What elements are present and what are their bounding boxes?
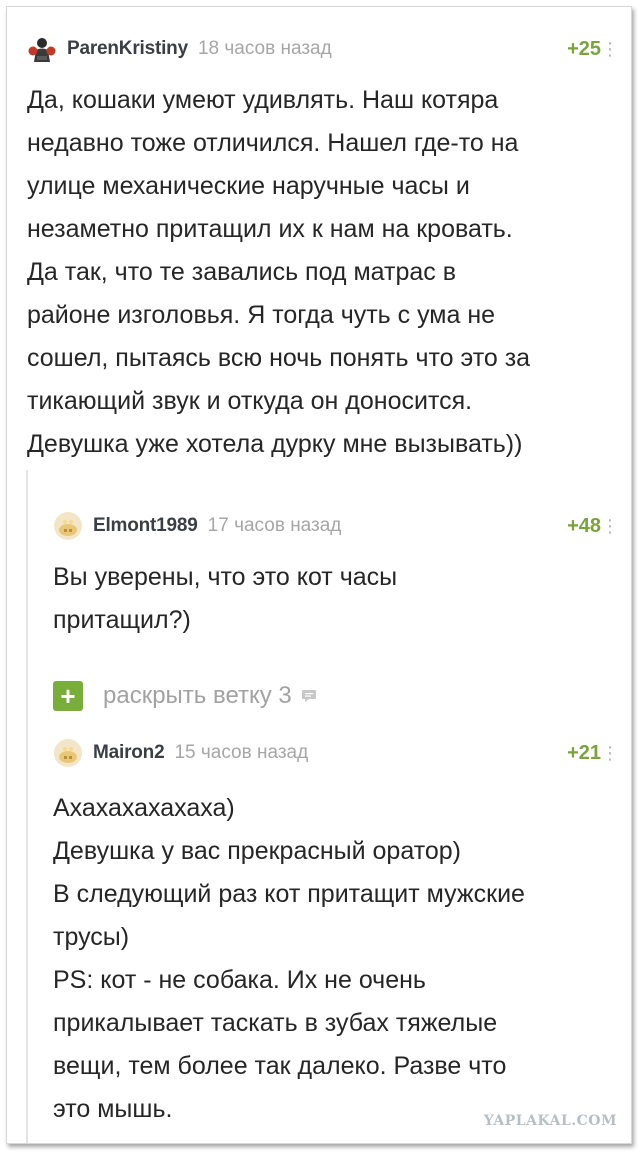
comment-time[interactable]: 18 часов назад [198, 38, 332, 60]
comment-time[interactable]: 15 часов назад [174, 742, 308, 764]
message-icon [301, 690, 316, 702]
expand-thread-label[interactable]: раскрыть ветку 3 [103, 682, 292, 710]
comment-header: Elmont1989 17 часов назад +48 ⋮ [53, 506, 631, 546]
plus-icon[interactable]: + [53, 681, 83, 711]
comment-text: Ахахахахахаха) Девушка у вас прекрасный … [53, 794, 525, 1123]
default-avatar-icon[interactable] [53, 511, 83, 541]
more-vertical-icon[interactable]: ⋮ [601, 517, 619, 535]
comment: ParenKristiny 18 часов назад +25 ⋮ Да, к… [7, 29, 631, 466]
comment-header: ParenKristiny 18 часов назад +25 ⋮ [27, 29, 631, 69]
comment-rating[interactable]: +48 [567, 515, 601, 538]
more-vertical-icon[interactable]: ⋮ [601, 744, 619, 762]
boxer-avatar-icon[interactable] [27, 34, 57, 64]
more-vertical-icon[interactable]: ⋮ [601, 40, 619, 58]
comment-text: Да, кошаки умеют удивлять. Наш котяра не… [27, 86, 531, 458]
default-avatar-icon[interactable] [53, 738, 83, 768]
comment-author[interactable]: ParenKristiny [67, 38, 188, 60]
comment-header: Mairon2 15 часов назад +21 ⋮ [53, 733, 631, 773]
comment: Mairon2 15 часов назад +21 ⋮ Ахахахахаха… [7, 733, 631, 1131]
comments-panel: ParenKristiny 18 часов назад +25 ⋮ Да, к… [6, 6, 632, 1144]
comment-rating[interactable]: +21 [567, 742, 601, 765]
comment-author[interactable]: Mairon2 [93, 742, 165, 764]
comment-rating[interactable]: +25 [567, 38, 601, 61]
watermark: YAPLAKAL.COM [483, 1113, 617, 1129]
expand-thread-button[interactable]: + раскрыть ветку 3 [53, 678, 316, 714]
comment-time[interactable]: 17 часов назад [208, 515, 342, 537]
comment-author[interactable]: Elmont1989 [93, 515, 198, 537]
comment-text: Вы уверены, что это кот часы притащил?) [53, 563, 398, 634]
comment: Elmont1989 17 часов назад +48 ⋮ Вы увере… [7, 506, 631, 642]
